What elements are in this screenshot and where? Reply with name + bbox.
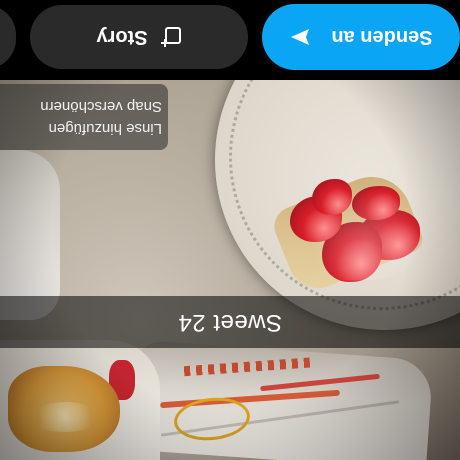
- caption-bar[interactable]: Sweet 24: [0, 296, 460, 348]
- caption-text: Sweet 24: [177, 309, 283, 336]
- edit-tooltip: Linse hinzufügen Snap verschönern: [0, 84, 168, 150]
- story-label: Story: [96, 26, 148, 49]
- send-to-label: Senden an: [331, 26, 433, 49]
- snap-preview-screen: Sweet 24 Linse hinzufügen Snap verschöne…: [0, 0, 460, 460]
- send-to-button[interactable]: Senden an: [262, 4, 460, 70]
- enhance-snap-option[interactable]: Snap verschönern: [0, 95, 162, 117]
- story-button[interactable]: Story: [30, 5, 248, 69]
- send-arrow-icon: [289, 26, 311, 48]
- add-lens-option[interactable]: Linse hinzufügen: [0, 117, 162, 139]
- add-story-icon: [160, 26, 182, 48]
